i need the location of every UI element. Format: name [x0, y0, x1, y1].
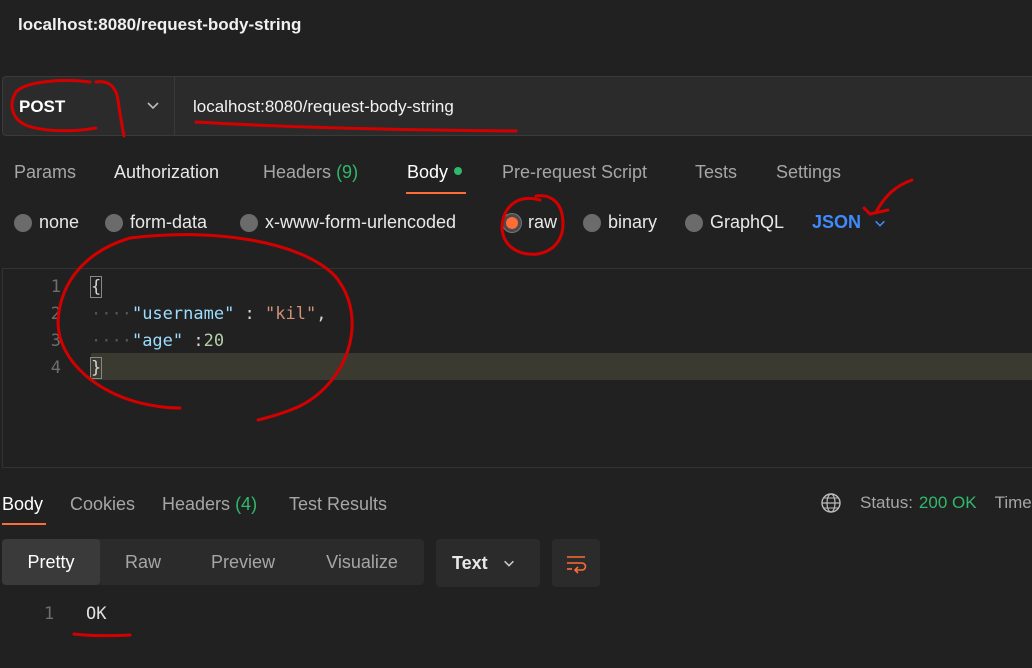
json-comma: , [316, 304, 327, 324]
response-status: Status: 200 OK Time [820, 492, 1032, 514]
tab-authorization[interactable]: Authorization [114, 162, 219, 183]
window-title: localhost:8080/request-body-string [18, 15, 302, 34]
radio-binary[interactable]: binary [583, 212, 657, 233]
editor-line: 4 } [3, 354, 1032, 381]
active-tab-underline [406, 192, 466, 194]
annotation-underline-ok [72, 632, 132, 638]
json-value: "kil" [265, 304, 317, 324]
radio-raw[interactable]: raw [503, 212, 557, 233]
response-tab-body[interactable]: Body [2, 494, 43, 515]
tab-settings[interactable]: Settings [776, 162, 841, 183]
response-active-tab-underline [2, 523, 46, 525]
tab-body[interactable]: Body [407, 162, 463, 183]
code-text: } [89, 357, 103, 379]
request-tabs: Params Authorization Headers (9) Body Pr… [0, 156, 1032, 196]
status-value: 200 OK [918, 493, 977, 512]
response-format-label: Text [452, 552, 488, 573]
tab-body-label: Body [407, 162, 449, 182]
open-brace: { [89, 276, 103, 298]
radio-graphql-circle [685, 213, 703, 232]
raw-format-select[interactable]: JSON [812, 212, 887, 233]
view-raw-button[interactable]: Raw [100, 539, 186, 585]
tab-headers-count: (9) [336, 162, 359, 182]
wrap-lines-button[interactable] [552, 539, 600, 587]
body-type-options: none form-data x-www-form-urlencoded raw… [0, 212, 1032, 240]
status-label: Status: [860, 493, 913, 512]
radio-x-www-form-urlencoded[interactable]: x-www-form-urlencoded [240, 212, 456, 233]
radio-none-circle [14, 213, 32, 232]
chevron-down-icon [875, 220, 885, 227]
json-key: "age" [131, 331, 184, 351]
editor-line: 2 ····"username" : "kil", [3, 300, 1032, 327]
radio-form-data[interactable]: form-data [105, 212, 207, 233]
radio-raw-label: raw [528, 212, 558, 232]
radio-form-data-circle [105, 213, 123, 232]
line-number: 4 [50, 358, 61, 378]
code-text: { [89, 276, 103, 298]
body-indicator-dot [454, 167, 463, 175]
response-view-modes: Pretty Raw Preview Visualize [2, 539, 424, 585]
close-brace: } [89, 357, 103, 379]
radio-graphql[interactable]: GraphQL [685, 212, 784, 233]
tab-headers[interactable]: Headers (9) [263, 162, 358, 183]
raw-format-label: JSON [812, 212, 862, 232]
editor-line: 3 ····"age" :20 [3, 327, 1032, 354]
radio-raw-circle [503, 213, 521, 232]
json-separator: : [234, 304, 266, 324]
radio-form-data-label: form-data [130, 212, 208, 232]
json-key: "username" [131, 304, 235, 324]
json-value: 20 [203, 331, 225, 351]
line-number: 2 [50, 304, 61, 324]
tab-pre-request-script[interactable]: Pre-request Script [502, 162, 647, 183]
radio-graphql-label: GraphQL [710, 212, 785, 232]
code-text: ····"age" :20 [91, 331, 225, 351]
response-tab-headers-label: Headers [162, 494, 231, 514]
url-input[interactable]: localhost:8080/request-body-string [193, 97, 454, 117]
request-bar: POST localhost:8080/request-body-string [2, 76, 1032, 136]
view-preview-button[interactable]: Preview [186, 539, 300, 585]
tab-headers-label: Headers [263, 162, 332, 182]
response-tab-headers-count: (4) [235, 494, 258, 514]
chevron-down-icon [147, 102, 159, 110]
method-label: POST [19, 97, 66, 116]
editor-line: 1 { [3, 273, 1032, 300]
line-number: 1 [44, 604, 55, 624]
radio-none-label: none [39, 212, 80, 232]
radio-urlencoded-circle [240, 213, 258, 232]
json-separator: : [183, 331, 204, 351]
wrap-lines-icon [567, 556, 587, 574]
view-pretty-button[interactable]: Pretty [2, 539, 100, 585]
line-number: 3 [50, 331, 61, 351]
response-format-select[interactable]: Text [436, 539, 540, 587]
globe-icon[interactable] [820, 492, 842, 514]
chevron-down-icon [503, 560, 514, 567]
view-visualize-button[interactable]: Visualize [300, 539, 424, 585]
method-select[interactable]: POST [3, 77, 175, 135]
tab-params[interactable]: Params [14, 162, 76, 183]
radio-binary-label: binary [608, 212, 658, 232]
response-tab-headers[interactable]: Headers (4) [162, 494, 257, 515]
radio-urlencoded-label: x-www-form-urlencoded [265, 212, 457, 232]
request-body-editor[interactable]: 1 { 2 ····"username" : "kil", 3 ····"age… [2, 268, 1032, 468]
tab-tests[interactable]: Tests [695, 162, 737, 183]
radio-none[interactable]: none [14, 212, 79, 233]
radio-binary-circle [583, 213, 601, 232]
code-text: ····"username" : "kil", [91, 304, 327, 324]
response-output-text: OK [86, 604, 107, 624]
response-tab-test-results[interactable]: Test Results [289, 494, 387, 515]
time-label: Time [994, 493, 1032, 512]
response-tab-cookies[interactable]: Cookies [70, 494, 135, 515]
line-number: 1 [50, 277, 61, 297]
